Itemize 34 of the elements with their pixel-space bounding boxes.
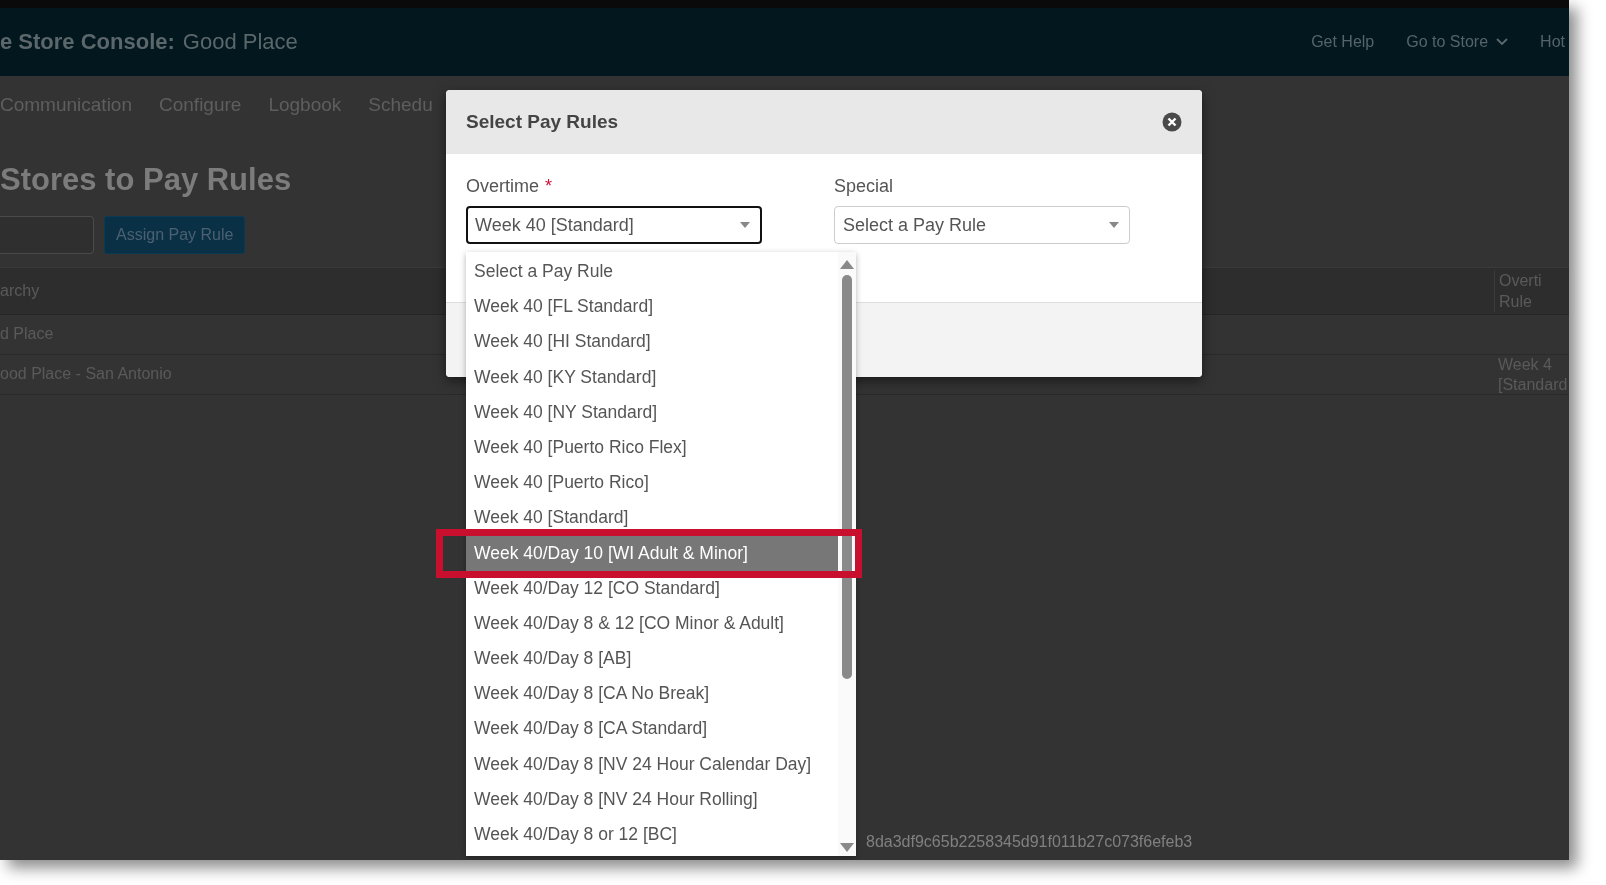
- close-icon[interactable]: [1162, 112, 1182, 132]
- field-label: Special: [834, 176, 894, 198]
- dropdown-option[interactable]: Week 40/Day 8 [NV 24 Hour Rolling]: [466, 781, 838, 817]
- store-name: Good Place: [182, 29, 298, 55]
- page-title: Stores to Pay Rules: [0, 162, 292, 198]
- dropdown-option[interactable]: Week 40/Day 8 [CA Standard]: [466, 711, 838, 747]
- dropdown-option[interactable]: Week 40/Day 10 [WI Adult & Minor]: [466, 535, 838, 571]
- dropdown-option[interactable]: Week 40 [Puerto Rico Flex]: [466, 429, 838, 466]
- field-label: Overtime: [466, 176, 539, 198]
- dropdown-option[interactable]: Week 40 [Standard]: [466, 500, 838, 536]
- chevron-down-icon: [1496, 38, 1509, 46]
- dropdown-option[interactable]: Week 40/Day 12 [CO Standard]: [466, 570, 838, 606]
- scroll-down-icon[interactable]: [840, 843, 854, 852]
- dropdown-option[interactable]: Week 40 [KY Standard]: [466, 359, 838, 395]
- dropdown-option[interactable]: Week 40/Day 8 [CA No Break]: [466, 676, 838, 712]
- dropdown-option[interactable]: Week 40 [Puerto Rico]: [466, 465, 838, 501]
- caret-icon: [740, 222, 750, 228]
- search-field[interactable]: [0, 216, 94, 254]
- hash-text: 8da3df9c65b2258345d91f011b27c073f6efeb3: [866, 833, 1193, 851]
- dropdown-option[interactable]: Week 40 [FL Standard]: [466, 289, 838, 325]
- dropdown-option[interactable]: Select a Pay Rule: [466, 254, 838, 290]
- dropdown-option[interactable]: Week 40/Day 8 & 12 [CO Minor & Adult]: [466, 605, 838, 642]
- dropdown-option[interactable]: Week 40/Day 8 [AB]: [466, 641, 838, 677]
- dropdown-option[interactable]: Week 40/Day 8 or 12 [BC]: [466, 817, 838, 853]
- modal-title: Select Pay Rules: [466, 111, 619, 133]
- scroll-up-icon[interactable]: [840, 260, 854, 269]
- dropdown-option[interactable]: Week 40 [NY Standard]: [466, 394, 838, 430]
- app-title: e Store Console:: [0, 29, 175, 55]
- scrollbar[interactable]: [838, 252, 856, 856]
- pay-rule-select[interactable]: Week 40 [Standard]: [466, 206, 762, 244]
- required-mark: *: [545, 176, 553, 198]
- pay-rule-select[interactable]: Select a Pay Rule: [834, 206, 1130, 244]
- caret-icon: [1109, 222, 1119, 228]
- dropdown-option[interactable]: Week 40/Day 8 [NV 24 Hour Calendar Day]: [466, 746, 838, 782]
